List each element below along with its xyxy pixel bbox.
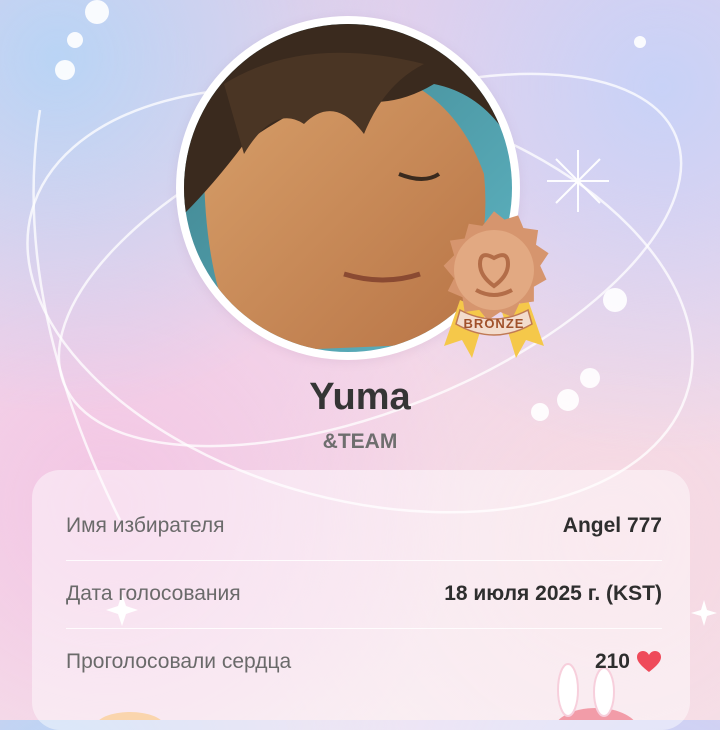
hearts-label: Проголосовали сердца bbox=[66, 650, 292, 673]
hearts-row: Проголосовали сердца 210 bbox=[66, 628, 662, 696]
vote-date-value: 18 июля 2025 г. (KST) bbox=[444, 582, 662, 605]
candidate-group: &TEAM bbox=[322, 430, 398, 453]
sparkle-icon bbox=[547, 150, 609, 212]
hearts-value-group: 210 bbox=[595, 650, 662, 674]
hearts-count: 210 bbox=[594, 650, 630, 673]
bronze-medal-icon: BRONZE bbox=[443, 211, 549, 358]
crescent-moon-icon bbox=[563, 26, 604, 90]
badge-label: BRONZE bbox=[464, 316, 525, 331]
candidate-name: Yuma bbox=[309, 376, 411, 418]
vote-date-label: Дата голосования bbox=[66, 582, 241, 605]
voter-name-label: Имя избирателя bbox=[66, 514, 225, 537]
avatar-section: BRONZE bbox=[172, 16, 549, 360]
vote-details-card: Имя избирателя Angel 777 Дата голосовани… bbox=[32, 470, 690, 730]
voter-name-value: Angel 777 bbox=[562, 514, 662, 537]
vote-date-row: Дата голосования 18 июля 2025 г. (KST) bbox=[66, 560, 662, 628]
voter-name-row: Имя избирателя Angel 777 bbox=[66, 492, 662, 560]
heart-icon bbox=[637, 651, 661, 672]
